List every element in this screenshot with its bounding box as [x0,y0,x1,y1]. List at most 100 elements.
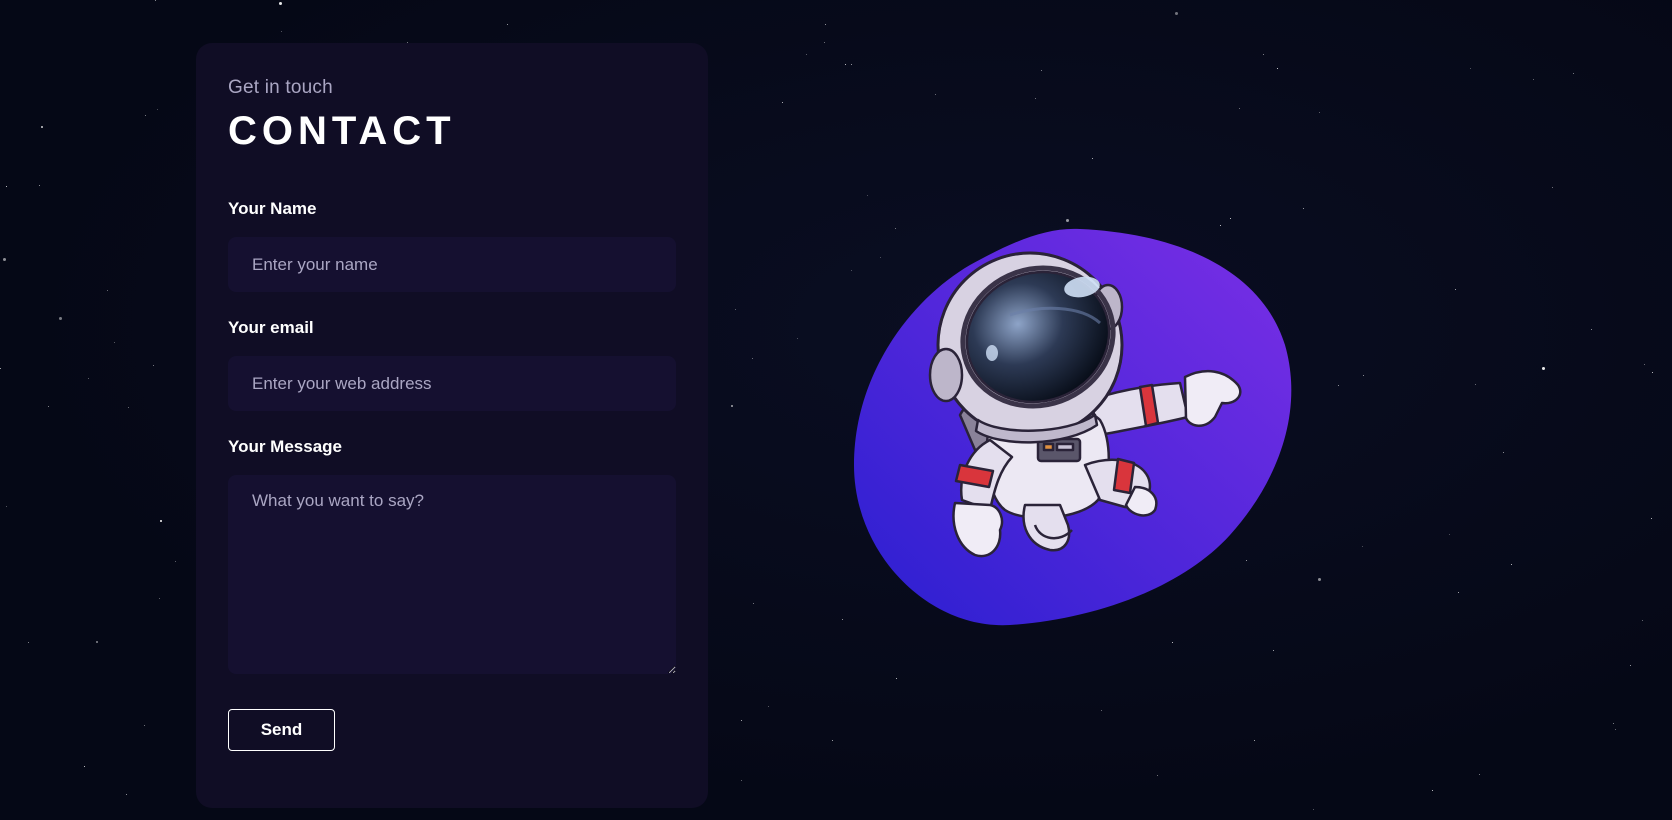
star [832,740,833,741]
star [806,54,807,55]
star [1630,665,1631,666]
star [507,24,508,25]
star [3,258,6,261]
star [1475,384,1476,385]
star [1157,775,1158,776]
star [1363,375,1364,376]
star [1066,219,1069,222]
star [1455,289,1456,290]
section-eyebrow: Get in touch [228,77,333,98]
astronaut-icon [854,228,1292,626]
email-label: Your email [228,318,314,337]
star [1458,592,1459,593]
message-textarea[interactable] [228,475,676,674]
star [1230,218,1231,219]
star [1591,329,1592,330]
star [1503,452,1504,453]
star [768,706,769,707]
star [731,405,733,407]
star [1319,112,1320,113]
star [39,185,40,186]
star [741,780,742,781]
star [1642,620,1643,621]
star [159,598,160,599]
star [851,64,852,65]
star [160,520,162,522]
send-button[interactable]: Send [228,709,335,751]
star [1277,68,1278,69]
star [145,115,146,116]
star [281,31,282,32]
star [1254,740,1255,741]
star [797,338,798,339]
star [157,109,158,110]
star [935,94,936,95]
page-title: CONTACT [228,109,456,153]
star [107,290,108,291]
star [1652,372,1653,373]
star [155,0,156,1]
star [96,641,98,643]
star [825,24,826,25]
star [1362,546,1363,547]
star [114,342,115,343]
contact-card: Get in touch CONTACT Your Name Your emai… [196,43,708,808]
star [1479,774,1480,775]
email-field-group: Your email [228,318,676,411]
star [1092,158,1093,159]
star [1644,364,1645,365]
star [1313,809,1314,810]
star [6,186,7,187]
star [84,766,85,767]
star [842,619,843,620]
star [1175,12,1178,15]
star [1615,729,1616,730]
star [1432,790,1433,791]
star [153,365,154,366]
star [41,126,43,128]
star [1239,108,1240,109]
astronaut-illustration [850,225,1350,650]
star [845,64,846,65]
name-input[interactable] [228,237,676,292]
star [6,506,7,507]
star [824,42,825,43]
star [0,368,1,369]
star [1511,564,1512,565]
star [1470,68,1471,69]
star [1552,187,1553,188]
star [1449,534,1450,535]
star [753,603,754,604]
star [1542,367,1545,370]
star [59,317,62,320]
name-label: Your Name [228,199,317,218]
contact-page: Get in touch CONTACT Your Name Your emai… [0,0,1672,820]
star [28,642,29,643]
star [1273,650,1274,651]
star [175,561,176,562]
star [896,678,897,679]
message-field-group: Your Message [228,437,676,679]
star [1573,73,1574,74]
star [1651,518,1652,519]
star [1101,710,1102,711]
star [144,725,145,726]
star [1263,54,1264,55]
star [279,2,282,5]
star [782,102,783,103]
star [126,794,127,795]
name-field-group: Your Name [228,199,676,292]
star [1041,70,1042,71]
star [1303,208,1304,209]
star [1035,98,1036,99]
star [128,407,129,408]
star [867,195,868,196]
email-input[interactable] [228,356,676,411]
star [1533,79,1534,80]
star [752,358,753,359]
star [88,378,89,379]
star [741,720,742,721]
star [735,309,736,310]
star [1613,723,1614,724]
message-label: Your Message [228,437,343,456]
